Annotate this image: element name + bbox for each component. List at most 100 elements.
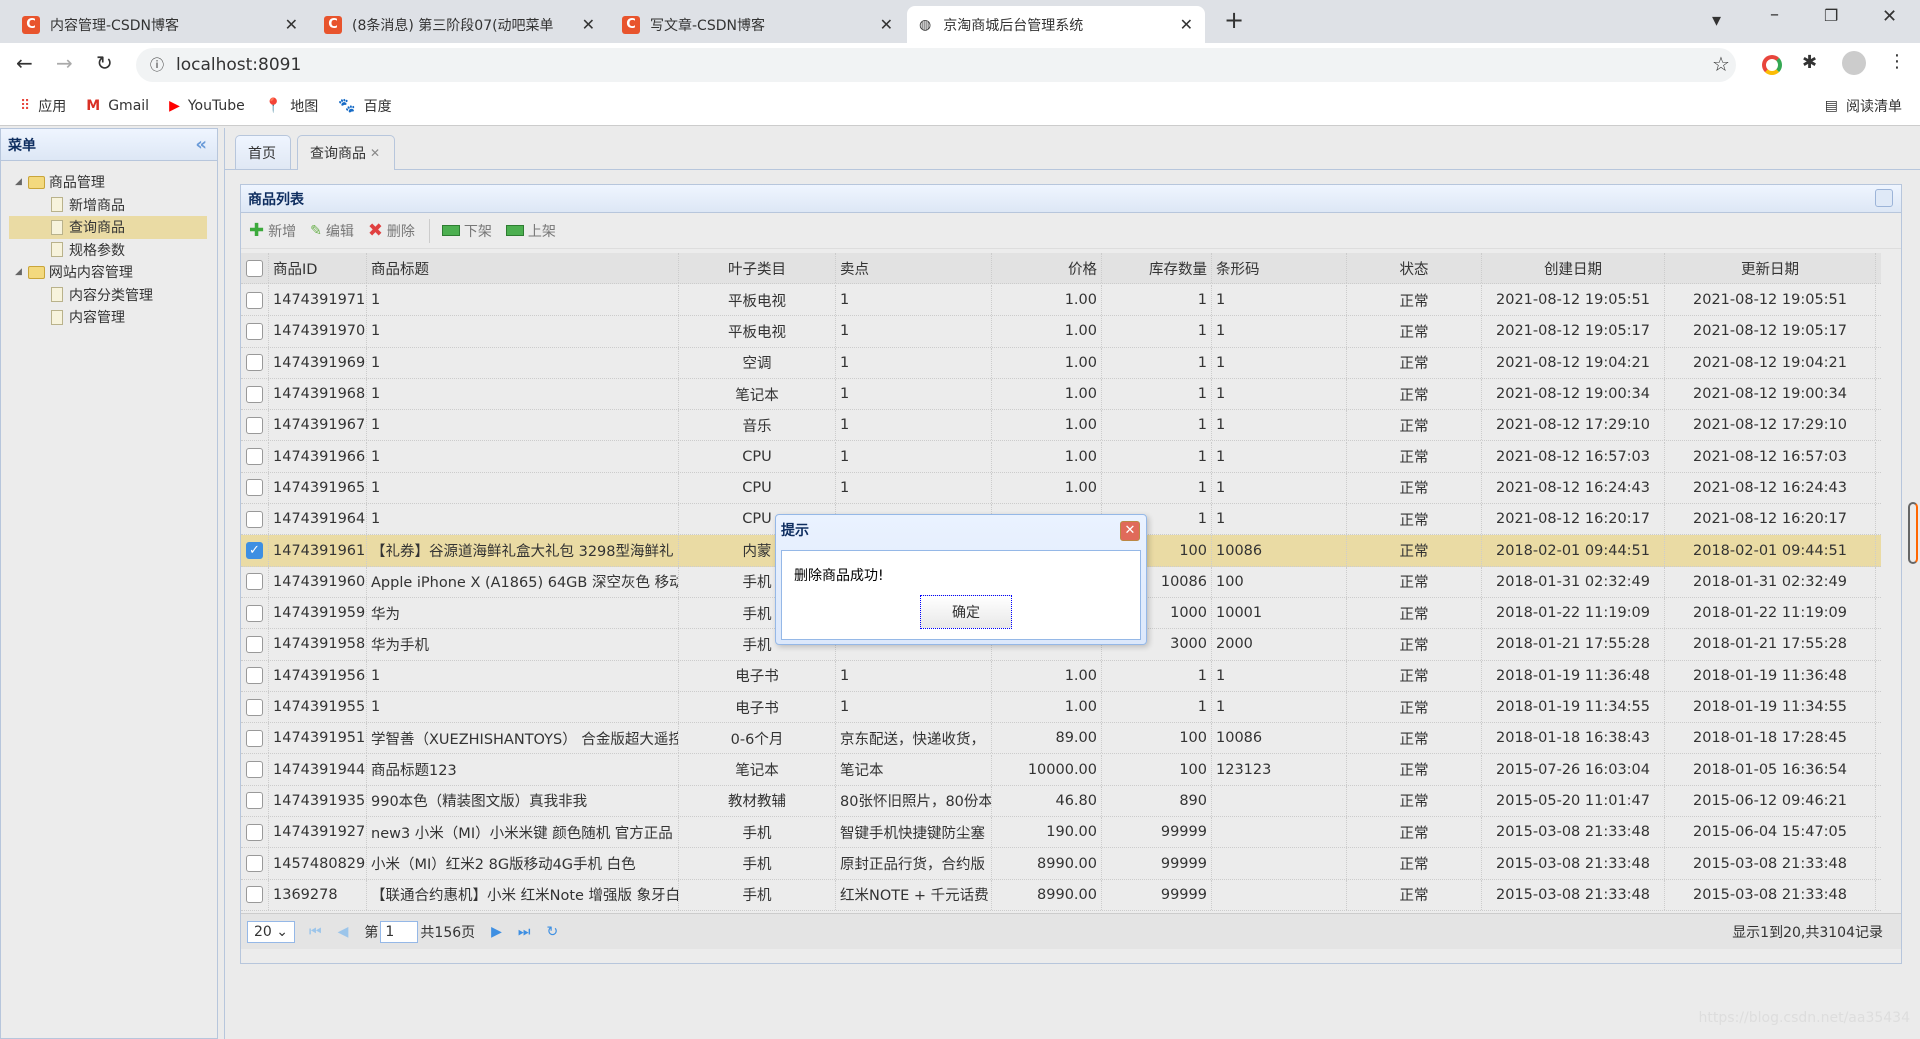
- minimize-button[interactable]: –: [1770, 4, 1779, 25]
- profile-avatar[interactable]: [1842, 51, 1866, 75]
- new-tab-button[interactable]: +: [1224, 6, 1244, 34]
- table-row[interactable]: 1474391955 1 电子书 1 1.00 1 1 正常 2018-01-19 11:34:…: [241, 691, 1881, 724]
- column-header-stock[interactable]: 库存数量: [1102, 253, 1212, 284]
- table-row[interactable]: 1474391935 990本色（精装图文版）真我非我 教材教辅 80张怀旧照片，80…: [241, 785, 1881, 818]
- column-header-barcode[interactable]: 条形码: [1212, 253, 1347, 284]
- close-tab-icon[interactable]: ✕: [880, 15, 893, 34]
- bookmark-baidu[interactable]: 🐾 百度: [338, 96, 391, 116]
- expand-arrow-icon[interactable]: ◢: [15, 267, 22, 277]
- row-checkbox[interactable]: [246, 698, 263, 716]
- refresh-icon[interactable]: ↻: [547, 924, 559, 940]
- row-checkbox[interactable]: [246, 416, 263, 434]
- restore-button[interactable]: ❐: [1824, 6, 1838, 25]
- tree-item-query-goods[interactable]: 查询商品: [9, 216, 207, 239]
- select-all-checkbox[interactable]: [246, 259, 263, 277]
- tree-group-content[interactable]: ◢ 网站内容管理: [1, 261, 217, 284]
- tree-item-add-goods[interactable]: 新增商品: [1, 194, 217, 217]
- table-row[interactable]: 1474391951 学智善（XUEZHISHANTOYS） 合金版超大遥控 0-6…: [241, 723, 1881, 755]
- close-tab-icon[interactable]: ✕: [1180, 15, 1193, 34]
- table-row[interactable]: 1474391956 1 电子书 1 1.00 1 1 正常 2018-01-19 11:36:…: [241, 660, 1881, 692]
- extensions-puzzle-icon[interactable]: ✱: [1802, 52, 1817, 73]
- forward-icon[interactable]: →: [56, 51, 73, 75]
- bookmark-gmail[interactable]: M Gmail: [86, 98, 149, 114]
- next-page-icon[interactable]: ▶: [491, 924, 502, 940]
- tree-group-goods[interactable]: ◢ 商品管理: [1, 171, 217, 194]
- on-shelf-button[interactable]: 上架: [505, 221, 556, 241]
- reading-list-button[interactable]: ▤ 阅读清单: [1825, 96, 1902, 116]
- row-checkbox[interactable]: [246, 886, 263, 904]
- bookmark-apps[interactable]: ⠿ 应用: [20, 96, 66, 116]
- row-checkbox[interactable]: [246, 448, 263, 466]
- scrollbar-thumb[interactable]: [1908, 502, 1918, 564]
- row-checkbox[interactable]: [246, 573, 263, 591]
- column-header-status[interactable]: 状态: [1347, 253, 1482, 284]
- back-icon[interactable]: ←: [16, 51, 33, 75]
- tab-home[interactable]: 首页: [235, 135, 291, 169]
- column-header-leaf-category[interactable]: 叶子类目: [679, 253, 836, 284]
- dialog-ok-button[interactable]: 确定: [920, 595, 1012, 629]
- row-checkbox[interactable]: [246, 635, 263, 653]
- last-page-icon[interactable]: ⏭: [518, 924, 531, 940]
- close-tab-icon[interactable]: ✕: [285, 15, 298, 34]
- table-row[interactable]: 1474391965 1 CPU 1 1.00 1 1 正常 2021-08-12 16:24:…: [241, 472, 1881, 505]
- row-checkbox[interactable]: [246, 322, 263, 340]
- browser-tab-active[interactable]: ◍ 京淘商城后台管理系统 ✕: [907, 6, 1205, 43]
- reload-icon[interactable]: ↻: [96, 51, 113, 75]
- expand-arrow-icon[interactable]: ◢: [15, 177, 22, 187]
- row-checkbox[interactable]: [246, 792, 263, 810]
- tree-item-spec-params[interactable]: 规格参数: [1, 239, 217, 262]
- row-checkbox[interactable]: [246, 510, 263, 528]
- tab-search-icon[interactable]: ▾: [1712, 10, 1721, 31]
- row-checkbox[interactable]: [246, 761, 263, 779]
- table-row[interactable]: 1474391969 1 空调 1 1.00 1 1 正常 2021-08-12 19:04:2…: [241, 347, 1881, 379]
- table-row[interactable]: 1474391970 1 平板电视 1 1.00 1 1 正常 2021-08-12 19:05…: [241, 316, 1881, 348]
- close-tab-icon[interactable]: ✕: [370, 146, 380, 160]
- bookmark-maps[interactable]: 📍 地图: [265, 96, 318, 116]
- table-row[interactable]: 1369278 【联通合约惠机】小米 红米Note 增强版 象牙白 手机 红米NOTE…: [241, 879, 1881, 911]
- tab-query-goods[interactable]: 查询商品 ✕: [297, 135, 395, 170]
- row-checkbox[interactable]: [246, 667, 263, 685]
- tree-item-content-category[interactable]: 内容分类管理: [1, 284, 217, 307]
- column-header-price[interactable]: 价格: [992, 253, 1102, 284]
- row-checkbox[interactable]: [246, 291, 263, 309]
- close-window-button[interactable]: ✕: [1882, 6, 1897, 27]
- off-shelf-button[interactable]: 下架: [441, 221, 492, 241]
- close-tab-icon[interactable]: ✕: [582, 15, 595, 34]
- table-row[interactable]: 1474391967 1 音乐 1 1.00 1 1 正常 2021-08-12 17:29:1…: [241, 410, 1881, 442]
- column-header-id[interactable]: 商品ID: [269, 253, 367, 284]
- browser-tab[interactable]: C 写文章-CSDN博客 ✕: [610, 6, 905, 43]
- column-header-created[interactable]: 创建日期: [1482, 253, 1665, 284]
- table-row[interactable]: 1474391971 1 平板电视 1 1.00 1 1 正常 2021-08-12 19:05…: [241, 285, 1881, 317]
- browser-tab[interactable]: C 内容管理-CSDN博客 ✕: [10, 6, 310, 43]
- panel-collapse-button[interactable]: [1875, 189, 1893, 207]
- row-checkbox[interactable]: [246, 385, 263, 403]
- first-page-icon[interactable]: ⏮: [309, 924, 322, 940]
- collapse-icon[interactable]: «: [195, 134, 207, 155]
- row-checkbox[interactable]: [246, 855, 263, 873]
- row-checkbox[interactable]: [246, 354, 263, 372]
- delete-button[interactable]: ✖ 删除: [368, 220, 415, 241]
- dialog-close-button[interactable]: ✕: [1120, 521, 1140, 541]
- row-checkbox[interactable]: [246, 479, 263, 497]
- row-checkbox[interactable]: [246, 823, 263, 841]
- column-header-sell-point[interactable]: 卖点: [836, 253, 992, 284]
- page-size-select[interactable]: 20 ⌄: [247, 920, 296, 943]
- table-row[interactable]: 1474391944 商品标题123 笔记本 笔记本 10000.00 100 123123…: [241, 754, 1881, 786]
- add-button[interactable]: ✚ 新增: [249, 220, 296, 241]
- tree-item-content-manage[interactable]: 内容管理: [1, 306, 217, 329]
- row-checkbox[interactable]: [246, 604, 263, 622]
- table-row[interactable]: 1457480829 小米（MI）红米2 8G版移动4G手机 白色 手机 原封正品行货…: [241, 848, 1881, 880]
- bookmark-star-icon[interactable]: ☆: [1712, 52, 1730, 76]
- table-row[interactable]: 1474391968 1 笔记本 1 1.00 1 1 正常 2021-08-12 19:00:…: [241, 378, 1881, 411]
- row-checkbox[interactable]: ✓: [246, 542, 263, 560]
- url-input[interactable]: ⓘ localhost:8091: [136, 48, 1736, 82]
- table-row[interactable]: 1474391966 1 CPU 1 1.00 1 1 正常 2021-08-12 16:57:…: [241, 441, 1881, 473]
- column-header-updated[interactable]: 更新日期: [1665, 253, 1876, 284]
- row-checkbox[interactable]: [246, 729, 263, 747]
- extension-icon[interactable]: [1762, 55, 1782, 75]
- edit-button[interactable]: ✎ 编辑: [310, 221, 354, 241]
- table-row[interactable]: 1474391927 new3 小米（MI）小米米键 颜色随机 官方正品 手机 智键手…: [241, 817, 1881, 849]
- column-header-title[interactable]: 商品标题: [367, 253, 679, 284]
- prev-page-icon[interactable]: ◀: [338, 924, 349, 940]
- browser-tab[interactable]: C (8条消息) 第三阶段07(动吧菜单 ✕: [312, 6, 607, 43]
